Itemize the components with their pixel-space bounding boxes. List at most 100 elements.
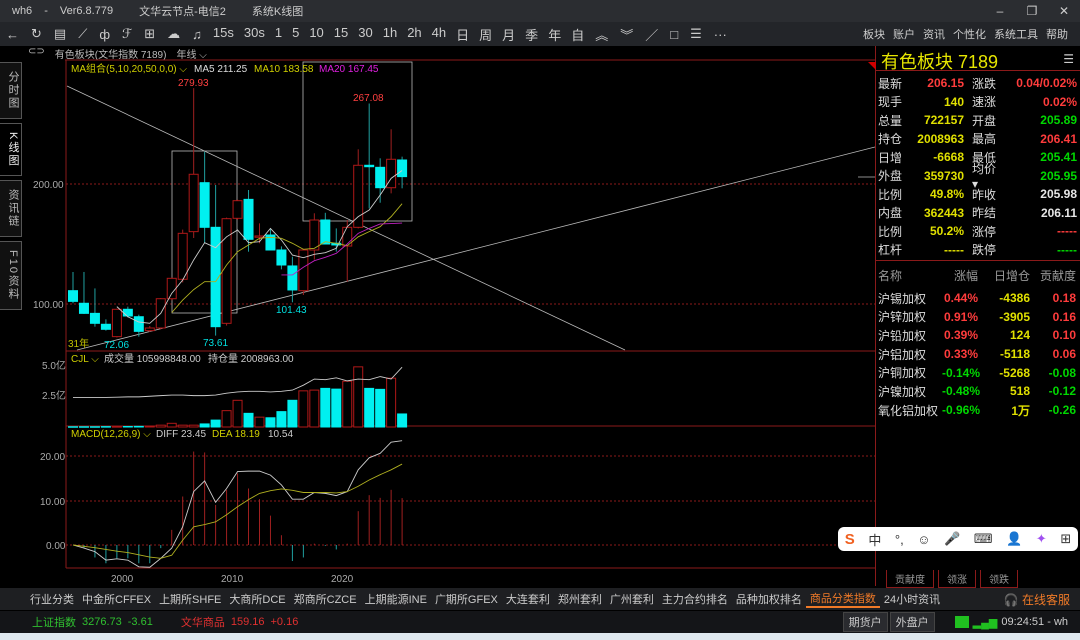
volume-bar	[155, 424, 166, 428]
item-change: -0.96%	[942, 403, 981, 418]
index1-name[interactable]: 上证指数	[32, 614, 76, 630]
bottom-tab[interactable]: 品种加权排名	[732, 591, 806, 607]
menu-system-tools[interactable]: 系统工具	[990, 26, 1042, 42]
index2-name[interactable]: 文华商品	[181, 614, 225, 630]
bottom-tab[interactable]: 郑商所CZCE	[290, 591, 361, 607]
index2-change: +0.16	[270, 616, 299, 628]
quote-value: 50.2%	[929, 224, 964, 239]
quote-label: 比例	[878, 224, 903, 239]
item-change: 0.44%	[943, 291, 978, 306]
bottom-tab[interactable]: 商品分类指数	[805, 590, 880, 608]
candle-body	[78, 302, 89, 314]
volume-value: 成交量 105998848.00	[104, 352, 201, 365]
item-contribution: -0.08	[1048, 365, 1076, 380]
quote-value: 205.95	[1040, 168, 1077, 183]
col-change[interactable]: 涨幅	[942, 267, 978, 284]
high-label: 267.08	[353, 93, 384, 104]
quote-table: 最新 206.15 涨跌 0.04/0.02% 现手 140 速涨 0.02% 总量 722157…	[876, 74, 1080, 259]
item-contribution: 0.18	[1052, 291, 1076, 306]
bottom-tab[interactable]: 24小时资讯	[880, 591, 944, 607]
item-change: -0.14%	[942, 365, 981, 380]
candle-body	[232, 200, 243, 219]
menu-news[interactable]: 资讯	[919, 26, 949, 42]
candle-body	[100, 323, 111, 330]
sogou-logo-icon[interactable]: S	[845, 531, 855, 548]
quote-label: 昨结	[972, 206, 997, 221]
item-contribution: -0.12	[1048, 384, 1076, 399]
open-interest-value: 持仓量 2008963.00	[208, 352, 294, 365]
ime-emoji-icon[interactable]: ☺	[917, 532, 930, 547]
volume-bar	[122, 426, 133, 428]
volume-bar	[210, 419, 221, 428]
candle-body	[353, 164, 364, 228]
bottom-tab[interactable]: 广州套利	[606, 591, 658, 607]
status-bar: 上证指数 3276.73 -3.61 文华商品 159.16 +0.16 期货户…	[0, 611, 1080, 633]
ime-user-icon[interactable]: 👤	[1006, 531, 1022, 547]
kline-chart[interactable]: 200.00 100.00 5.0亿 2.5亿 20.00 10.00 0.00…	[0, 0, 875, 588]
candle-body	[122, 308, 133, 317]
quote-value: 205.41	[1040, 150, 1077, 165]
minimize-button[interactable]: –	[984, 0, 1016, 22]
candle-body	[89, 312, 100, 324]
bottom-tab[interactable]: 郑州套利	[554, 591, 606, 607]
list-item[interactable]: 沪镍加权 -0.48% 518 -0.12	[876, 382, 1080, 401]
cjl-selector[interactable]: CJL ⌵	[71, 354, 99, 365]
bottom-tab[interactable]: 行业分类	[26, 591, 78, 607]
menu-personalize[interactable]: 个性化	[949, 26, 990, 42]
online-service-button[interactable]: 🎧 在线客服	[1004, 591, 1070, 608]
item-contribution: 0.10	[1052, 328, 1076, 343]
list-item[interactable]: 沪铜加权 -0.14% -5268 -0.08	[876, 363, 1080, 382]
bottom-tab[interactable]: 大商所DCE	[225, 591, 289, 607]
bottom-tab[interactable]: 上期能源INE	[361, 591, 431, 607]
list-item[interactable]: 沪铅加权 0.39% 124 0.10	[876, 326, 1080, 345]
quote-label: 比例	[878, 187, 903, 202]
volume-bar	[68, 426, 78, 428]
maximize-button[interactable]: ❐	[1016, 0, 1048, 22]
bottom-tab[interactable]: 主力合约排名	[658, 591, 732, 607]
item-change: -0.48%	[942, 384, 981, 399]
ime-punctuation-icon[interactable]: °,	[895, 532, 904, 547]
volume-bar	[287, 399, 298, 428]
quote-row: 总量 722157 开盘 205.89	[876, 111, 1080, 130]
col-name[interactable]: 名称	[876, 267, 942, 284]
quote-label: 涨跌	[972, 76, 997, 91]
quote-row: 杠杆 ----- 跌停 -----	[876, 241, 1080, 260]
bottom-tab[interactable]: 中金所CFFEX	[78, 591, 155, 607]
quote-row: 持仓 2008963 最高 206.41	[876, 130, 1080, 149]
volume-bar	[221, 410, 232, 428]
bottom-tab[interactable]: 广期所GFEX	[431, 591, 502, 607]
panel-menu-icon[interactable]: ☰	[1063, 52, 1074, 66]
bottom-tab[interactable]: 大连套利	[502, 591, 554, 607]
ma-selector[interactable]: MA组合(5,10,20,50,0,0) ⌵	[71, 62, 187, 75]
ime-keyboard-icon[interactable]: ⌨	[974, 531, 993, 547]
list-item[interactable]: 沪锌加权 0.91% -3905 0.16	[876, 307, 1080, 326]
macd-label: 20.00	[40, 452, 65, 463]
col-contribution[interactable]: 贡献度	[1030, 267, 1078, 284]
ma10-value: MA10 183.58	[254, 64, 314, 75]
macd-label: 10.00	[40, 497, 65, 508]
quote-row: 最新 206.15 涨跌 0.04/0.02%	[876, 74, 1080, 93]
futures-account-button[interactable]: 期货户	[842, 612, 888, 632]
quote-value: 362443	[923, 205, 964, 220]
col-oi-change[interactable]: 日增仓	[978, 267, 1030, 284]
volume-bar	[100, 426, 111, 428]
menu-help[interactable]: 帮助	[1042, 26, 1072, 42]
tab-top-losers[interactable]: 领跌	[980, 570, 1018, 588]
list-item[interactable]: 氧化铝加权 -0.96% 1万 -0.26	[876, 401, 1080, 420]
ime-apps-icon[interactable]: ⊞	[1060, 531, 1071, 547]
ime-voice-icon[interactable]: 🎤	[944, 531, 960, 547]
ime-skin-icon[interactable]: ✦	[1036, 531, 1047, 547]
list-item[interactable]: 沪锡加权 0.44% -4386 0.18	[876, 289, 1080, 308]
foreign-account-button[interactable]: 外盘户	[889, 612, 935, 632]
bottom-tab[interactable]: 上期所SHFE	[155, 591, 225, 607]
candle-body	[68, 290, 78, 302]
tab-contribution[interactable]: 贡献度	[886, 570, 934, 588]
close-button[interactable]: ✕	[1048, 0, 1080, 22]
macd-selector[interactable]: MACD(12,26,9) ⌵	[71, 429, 151, 440]
volume-bar	[375, 388, 386, 428]
ime-chinese-toggle[interactable]: 中	[868, 530, 881, 549]
menu-account[interactable]: 账户	[889, 26, 919, 42]
tab-top-gainers[interactable]: 领涨	[938, 570, 976, 588]
list-item[interactable]: 沪铝加权 0.33% -5118 0.06	[876, 345, 1080, 364]
ma5-value: MA5 211.25	[194, 64, 248, 75]
